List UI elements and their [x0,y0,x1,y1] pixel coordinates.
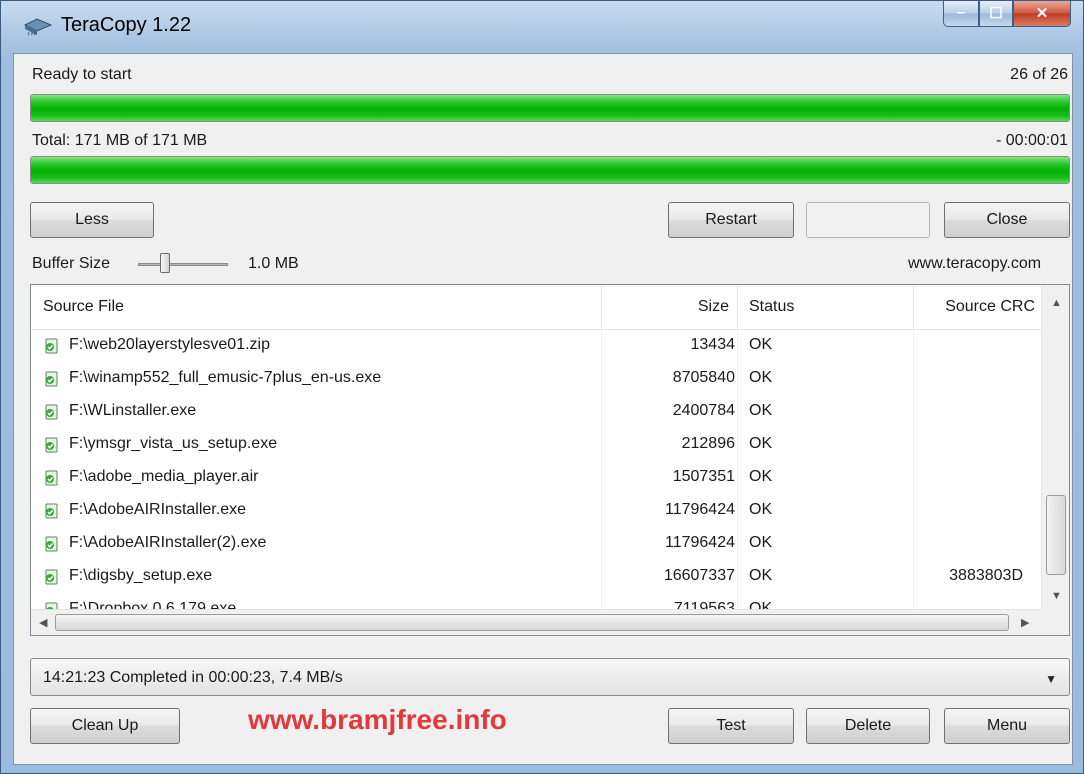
row-source-file: F:\digsby_setup.exe [69,567,213,584]
row-size: 11796424 [665,534,735,551]
total-text: Total: 171 MB of 171 MB [32,132,208,149]
row-status: OK [749,501,773,518]
row-source-file: F:\web20layerstylesve01.zip [69,336,270,353]
test-button[interactable]: Test [668,708,794,744]
row-status: OK [749,336,773,353]
horizontal-scroll-thumb[interactable] [55,614,1009,631]
scroll-right-arrow-icon[interactable]: ▶ [1021,616,1029,629]
table-row[interactable]: F:\adobe_media_player.air 1507351 OK [31,461,1041,494]
file-icon [45,503,58,519]
maximize-button[interactable]: ☐ [979,1,1013,27]
column-status[interactable]: Status [749,285,794,329]
file-icon [45,371,58,387]
file-icon [45,338,58,354]
total-progress-fill [31,157,1069,183]
file-progress-fill [31,95,1069,121]
column-source-crc[interactable]: Source CRC [917,285,1035,329]
horizontal-scrollbar[interactable]: ◀ ▶ [31,609,1041,635]
file-icon [45,536,58,552]
table-row[interactable]: F:\AdobeAIRInstaller(2).exe 11796424 OK [31,527,1041,560]
window-close-button[interactable]: ✕ [1013,1,1071,27]
column-size[interactable]: Size [603,285,731,329]
status-text: Ready to start [32,66,132,83]
less-button[interactable]: Less [30,202,154,238]
teracopy-window: ››› TeraCopy 1.22 – ☐ ✕ Ready to start 2… [0,0,1084,774]
log-selected-text: 14:21:23 Completed in 00:00:23, 7.4 MB/s [43,669,343,686]
buffer-size-label: Buffer Size [32,255,110,272]
row-source-file: F:\winamp552_full_emusic-7plus_en-us.exe [69,369,382,386]
row-source-file: F:\AdobeAIRInstaller(2).exe [69,534,267,551]
row-source-file: F:\WLinstaller.exe [69,402,197,419]
scroll-left-arrow-icon[interactable]: ◀ [39,616,47,629]
row-size: 11796424 [665,501,735,518]
row-source-crc: 3883803D [949,567,1023,584]
log-dropdown[interactable]: 14:21:23 Completed in 00:00:23, 7.4 MB/s… [30,658,1070,696]
file-icon [45,437,58,453]
file-list: Source File Size Status Source CRC F:\we… [30,284,1070,636]
table-row[interactable]: F:\ymsgr_vista_us_setup.exe 212896 OK [31,428,1041,461]
chevron-down-icon[interactable]: ▼ [1045,672,1057,686]
file-icon [45,569,58,585]
restart-button[interactable]: Restart [668,202,794,238]
row-size: 13434 [690,336,736,353]
file-progress-bar [30,94,1070,122]
watermark-text: www.bramjfree.info [248,704,507,735]
minimize-button[interactable]: – [943,1,979,27]
table-row[interactable]: F:\AdobeAIRInstaller.exe 11796424 OK [31,494,1041,527]
row-size: 8705840 [672,369,735,386]
maximize-icon: ☐ [989,5,1003,22]
table-row[interactable]: F:\digsby_setup.exe 16607337 OK 3883803D [31,560,1041,593]
svg-text:›››: ››› [27,29,37,37]
file-icon [45,470,58,486]
row-status: OK [749,534,773,551]
title-bar[interactable]: ››› TeraCopy 1.22 – ☐ ✕ [1,1,1083,49]
time-left: - 00:00:01 [995,132,1068,149]
row-status: OK [749,435,773,452]
row-status: OK [749,468,773,485]
total-progress-bar [30,156,1070,184]
buffer-size-value: 1.0 MB [248,255,299,272]
scroll-up-arrow-icon[interactable]: ▲ [1051,297,1062,309]
row-source-file: F:\adobe_media_player.air [69,468,259,485]
buffer-slider-track[interactable] [138,263,228,266]
row-size: 1507351 [672,468,735,485]
scroll-down-arrow-icon[interactable]: ▼ [1051,590,1062,602]
menu-button[interactable]: Menu [944,708,1070,744]
row-size: 2400784 [672,402,735,419]
client-area: Ready to start 26 of 26 Total: 171 MB of… [13,53,1073,765]
window-title: TeraCopy 1.22 [61,14,192,36]
vertical-scrollbar[interactable]: ▲ ▼ [1041,285,1069,611]
close-icon: ✕ [1035,5,1049,22]
file-count: 26 of 26 [1010,66,1068,83]
blank-button[interactable] [806,202,930,238]
close-button[interactable]: Close [944,202,1070,238]
website-link[interactable]: www.teracopy.com [908,255,1068,273]
vertical-scroll-thumb[interactable] [1046,495,1066,575]
column-source-file[interactable]: Source File [43,285,124,329]
file-icon [45,404,58,420]
row-source-file: F:\ymsgr_vista_us_setup.exe [69,435,278,452]
row-size: 212896 [681,435,735,452]
table-row[interactable]: F:\WLinstaller.exe 2400784 OK [31,395,1041,428]
list-rows: F:\web20layerstylesve01.zip 13434 OK F:\win… [31,329,1041,611]
list-header: Source File Size Status Source CRC [31,285,1041,330]
clean-up-button[interactable]: Clean Up [30,708,180,744]
table-row[interactable]: F:\winamp552_full_emusic-7plus_en-us.exe… [31,362,1041,395]
table-row[interactable]: F:\web20layerstylesve01.zip 13434 OK [31,329,1041,362]
delete-button[interactable]: Delete [806,708,930,744]
row-status: OK [749,369,773,386]
teracopy-app-icon: ››› [23,18,53,37]
buffer-slider-thumb[interactable] [160,253,170,273]
minimize-icon: – [956,4,966,21]
row-size: 16607337 [663,567,735,584]
row-status: OK [749,402,773,419]
row-status: OK [749,567,773,584]
row-source-file: F:\AdobeAIRInstaller.exe [69,501,246,518]
